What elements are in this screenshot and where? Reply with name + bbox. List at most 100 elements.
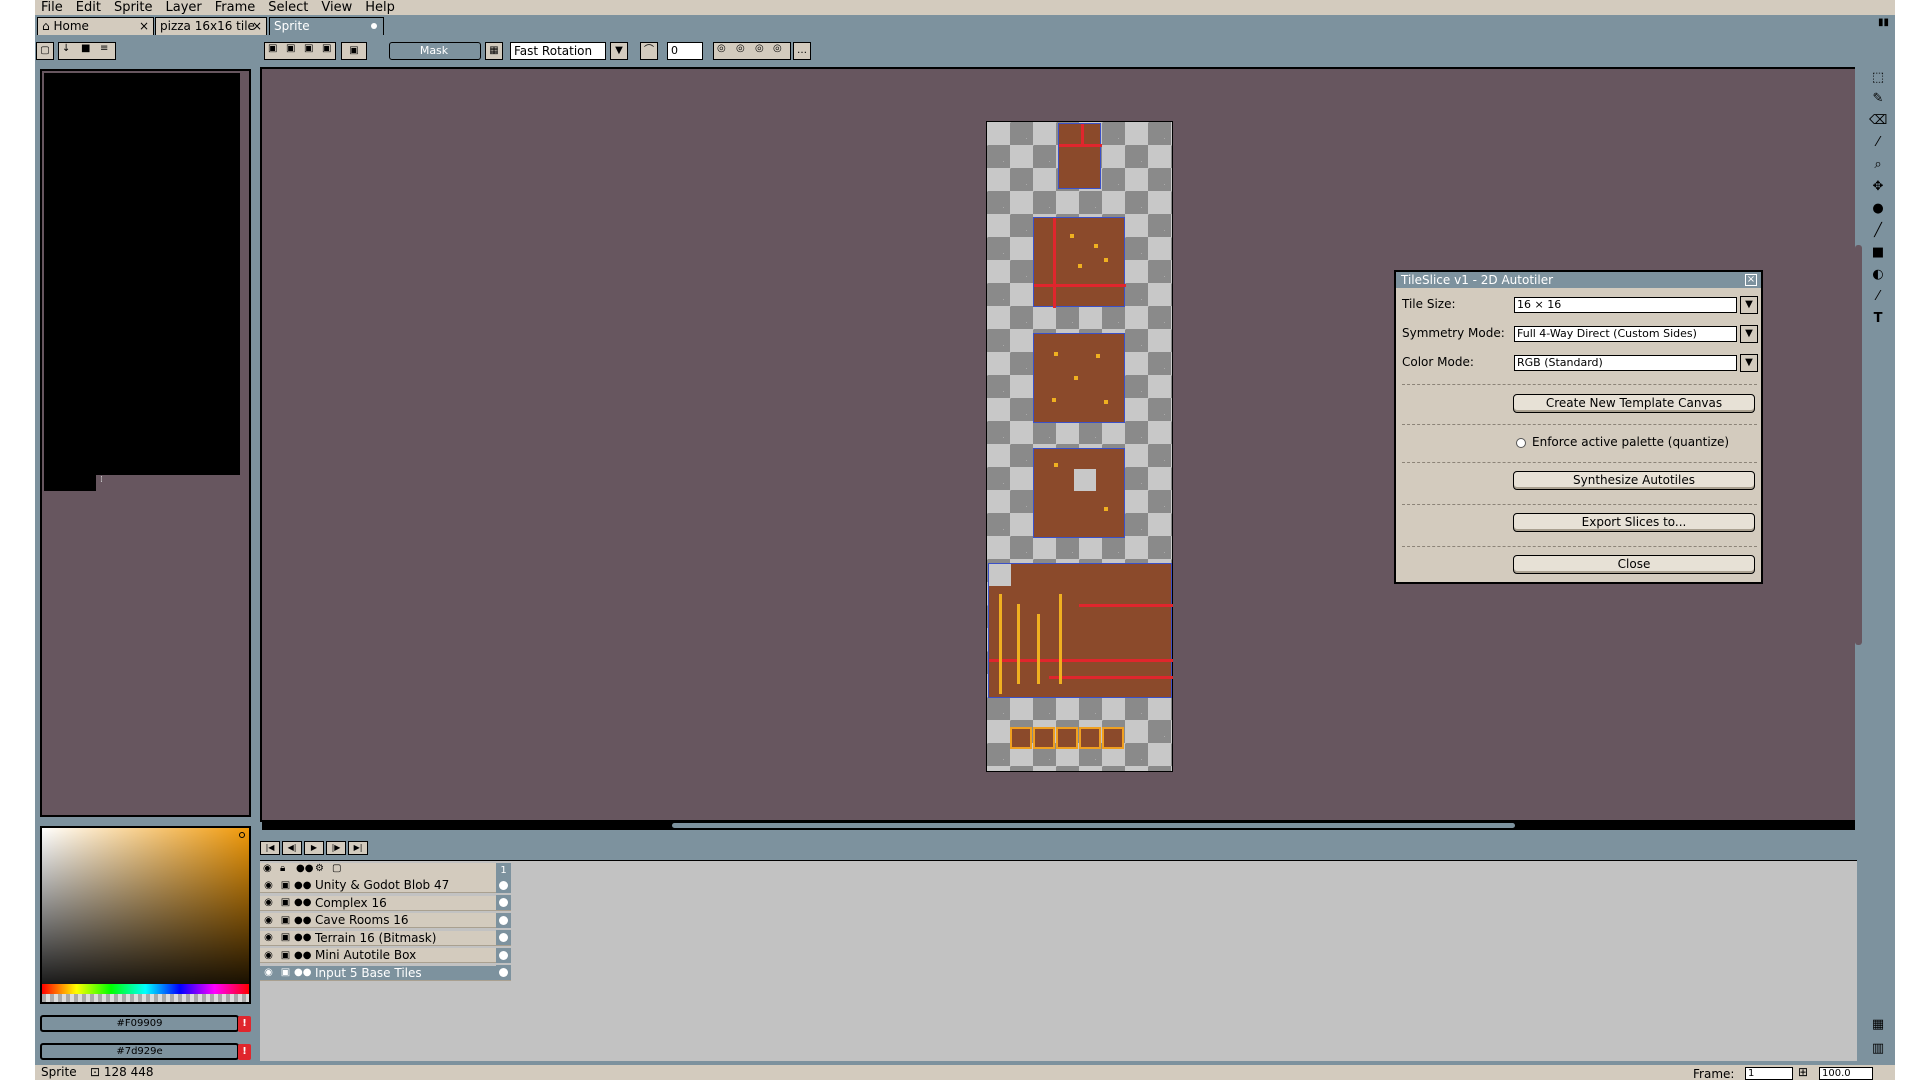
lock-icon[interactable]: ▣ xyxy=(277,897,294,908)
zoom-tool-icon[interactable]: ⌕ xyxy=(1869,156,1887,174)
export-slices-button[interactable]: Export Slices to... xyxy=(1513,513,1755,532)
fill-tool-icon[interactable]: ● xyxy=(1869,200,1887,218)
menu-frame[interactable]: Frame xyxy=(215,0,256,15)
rectangle-tool-icon[interactable]: ■ xyxy=(1869,244,1887,262)
layer-row[interactable]: ◉ ▣ ●● Unity & Godot Blob 47 xyxy=(260,877,511,893)
menu-layer[interactable]: Layer xyxy=(166,0,202,15)
cel-icon[interactable] xyxy=(496,930,511,945)
color-picker-field[interactable] xyxy=(40,826,251,1004)
pivot-1-icon[interactable]: ◎ xyxy=(717,43,726,54)
first-frame-icon[interactable]: |◀ xyxy=(260,841,280,855)
add-frame-icon[interactable]: ⊞ xyxy=(1798,1065,1808,1079)
play-icon[interactable]: ▶ xyxy=(304,841,324,855)
next-frame-icon[interactable]: |▶ xyxy=(326,841,346,855)
tab-pizza[interactable]: pizza 16x16 tile × xyxy=(155,17,267,35)
chevron-down-icon[interactable]: ▼ xyxy=(1740,296,1758,314)
cel-icon[interactable]: ▢ xyxy=(332,863,341,874)
continuous-icon[interactable]: ●● xyxy=(294,950,311,961)
eye-icon[interactable]: ◉ xyxy=(260,967,277,978)
timeline-toggle-icon[interactable]: ▥ xyxy=(1869,1040,1887,1058)
frame-input[interactable]: 1 xyxy=(1745,1067,1793,1080)
continuous-icon[interactable]: ●● xyxy=(294,915,311,926)
pencil-tool-icon[interactable]: ✎ xyxy=(1869,90,1887,108)
color-mode-select[interactable]: RGB (Standard) xyxy=(1514,355,1737,371)
layer-settings-icon[interactable]: ⚙ xyxy=(315,863,324,874)
replace-selection-icon[interactable]: ▣ xyxy=(268,43,277,54)
close-button[interactable]: Close xyxy=(1513,555,1755,574)
more-icon[interactable]: … xyxy=(793,42,811,60)
pivot-icon[interactable]: ⌒ xyxy=(640,42,658,60)
warning-icon[interactable]: ! xyxy=(238,1044,251,1060)
add-selection-icon[interactable]: ▣ xyxy=(286,43,295,54)
resize-handle-icon[interactable]: ⁞ xyxy=(100,475,103,485)
enforce-palette-label[interactable]: Enforce active palette (quantize) xyxy=(1532,435,1729,449)
tile-size-select[interactable]: 16 × 16 xyxy=(1514,297,1737,313)
pivot-2-icon[interactable]: ◎ xyxy=(736,43,745,54)
palette-swatch[interactable] xyxy=(44,73,240,475)
menu-file[interactable]: File xyxy=(41,0,63,15)
subtract-selection-icon[interactable]: ▣ xyxy=(304,43,313,54)
preview-icon[interactable]: ▦ xyxy=(1869,1016,1887,1034)
tab-sprite[interactable]: Sprite xyxy=(269,17,384,35)
create-template-button[interactable]: Create New Template Canvas xyxy=(1513,394,1755,413)
cel-icon[interactable] xyxy=(496,877,511,893)
cel-icon[interactable] xyxy=(496,947,511,963)
last-frame-icon[interactable]: ▶| xyxy=(348,841,368,855)
pivot-4-icon[interactable]: ◎ xyxy=(773,43,782,54)
tabs-menu-icon[interactable]: ▮▮ xyxy=(1878,17,1889,28)
horizontal-scroll-thumb[interactable] xyxy=(672,823,1515,828)
pivot-3-icon[interactable]: ◎ xyxy=(755,43,764,54)
menu-select[interactable]: Select xyxy=(268,0,308,15)
text-tool-icon[interactable]: T xyxy=(1869,310,1887,328)
close-tab-icon[interactable]: × xyxy=(139,18,149,34)
warning-icon[interactable]: ! xyxy=(238,1016,251,1032)
background-color-swatch[interactable]: #7d929e xyxy=(40,1043,239,1060)
lock-icon[interactable]: ▣ xyxy=(277,880,294,891)
intersect-selection-icon[interactable]: ▣ xyxy=(322,43,331,54)
eye-icon[interactable]: ◉ xyxy=(260,897,277,908)
eye-icon[interactable]: ◉ xyxy=(260,950,277,961)
line-tool-icon[interactable]: ╱ xyxy=(1869,222,1887,240)
continuous-icon[interactable]: ●● xyxy=(294,897,311,908)
hue-slider[interactable] xyxy=(42,984,249,994)
rotation-algorithm-select[interactable]: Fast Rotation xyxy=(510,42,606,60)
continuous-icon[interactable]: ●● xyxy=(296,863,313,874)
pixel-perfect-icon[interactable]: ▣ xyxy=(341,42,367,60)
foreground-color-swatch[interactable]: #F09909 xyxy=(40,1015,239,1032)
lock-icon[interactable]: ▣ xyxy=(277,915,294,926)
move-tool-icon[interactable]: ✥ xyxy=(1869,178,1887,196)
prev-frame-icon[interactable]: ◀| xyxy=(282,841,302,855)
vertical-scroll-thumb[interactable] xyxy=(1855,245,1862,645)
chevron-down-icon[interactable]: ▼ xyxy=(1740,325,1758,343)
cel-icon[interactable] xyxy=(496,895,511,910)
eye-icon[interactable]: ◉ xyxy=(260,932,277,943)
layer-row[interactable]: ◉ ▣ ●● Complex 16 xyxy=(260,895,511,911)
alpha-slider[interactable] xyxy=(42,994,249,1002)
layer-row[interactable]: ◉ ▣ ●● Cave Rooms 16 xyxy=(260,912,511,928)
eye-icon[interactable]: ◉ xyxy=(260,880,277,891)
cel-icon[interactable] xyxy=(496,965,511,980)
eyedropper-tool-icon[interactable]: ⁄ xyxy=(1869,134,1887,152)
cel-icon[interactable] xyxy=(496,912,511,928)
dialog-title[interactable]: TileSlice v1 - 2D Autotiler xyxy=(1396,272,1761,288)
dropdown-arrow-icon[interactable]: ▼ xyxy=(610,42,628,60)
eraser-tool-icon[interactable]: ⌫ xyxy=(1869,112,1887,130)
options-icon[interactable]: ≡ xyxy=(100,43,108,54)
lock-icon[interactable]: ▣ xyxy=(277,932,294,943)
lock-icon[interactable]: 🔒︎ xyxy=(280,863,285,874)
zoom-input[interactable]: 100.0 xyxy=(1819,1067,1873,1080)
layer-row[interactable]: ◉ ▣ ●● Mini Autotile Box xyxy=(260,947,511,963)
continuous-icon[interactable]: ●● xyxy=(294,880,311,891)
blur-tool-icon[interactable]: ◐ xyxy=(1869,266,1887,284)
sort-icon[interactable]: ↓ xyxy=(62,43,70,54)
lock-icon[interactable]: ▣ xyxy=(277,967,294,978)
sprite-canvas[interactable] xyxy=(986,121,1173,772)
continuous-icon[interactable]: ●● xyxy=(294,932,311,943)
frame-header[interactable]: 1 xyxy=(496,863,511,878)
close-tab-icon[interactable]: × xyxy=(252,18,262,34)
slice-tool-icon[interactable]: ⁄ xyxy=(1869,288,1887,306)
angle-input[interactable]: 0 xyxy=(667,42,703,60)
dialog-close-icon[interactable]: × xyxy=(1745,274,1757,286)
synthesize-button[interactable]: Synthesize Autotiles xyxy=(1513,471,1755,490)
menu-sprite[interactable]: Sprite xyxy=(114,0,153,15)
